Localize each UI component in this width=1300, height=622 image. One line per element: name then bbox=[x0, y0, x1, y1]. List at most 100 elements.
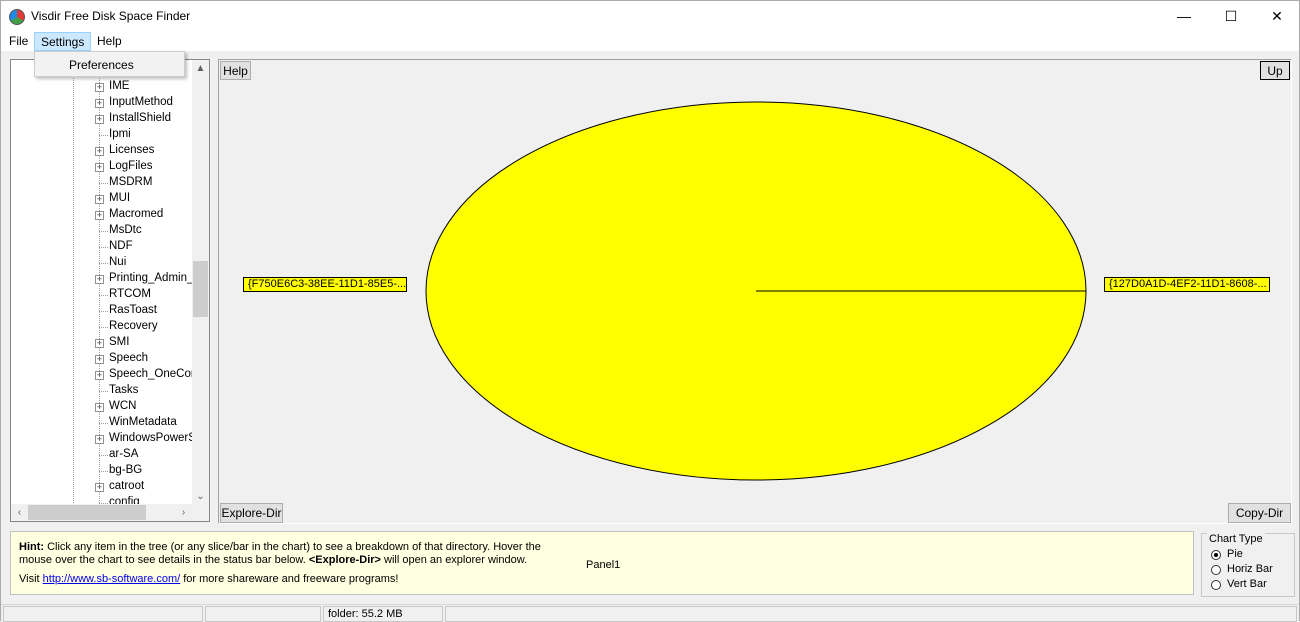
slice-label-left[interactable]: {F750E6C3-38EE-11D1-85E5-... bbox=[243, 277, 407, 292]
expand-icon[interactable]: + bbox=[95, 355, 104, 364]
minimize-button[interactable]: — bbox=[1161, 1, 1207, 31]
hint-text-2b: will open an explorer window. bbox=[380, 554, 528, 566]
radio-pie[interactable] bbox=[1211, 550, 1221, 560]
tree-connector bbox=[99, 455, 108, 456]
radio-vert-bar-label[interactable]: Vert Bar bbox=[1227, 578, 1267, 590]
tree-item-label[interactable]: Licenses bbox=[109, 144, 154, 156]
tree-item-label[interactable]: Recovery bbox=[109, 320, 158, 332]
expand-icon[interactable]: + bbox=[95, 275, 104, 284]
expand-icon[interactable]: + bbox=[95, 163, 104, 172]
tree-horizontal-scrollbar[interactable]: ‹ › bbox=[11, 504, 209, 521]
expand-icon[interactable]: + bbox=[95, 403, 104, 412]
radio-pie-label[interactable]: Pie bbox=[1227, 548, 1243, 560]
tree-item-label[interactable]: catroot bbox=[109, 480, 144, 492]
tree-connector bbox=[99, 183, 108, 184]
tree-item-label[interactable]: LogFiles bbox=[109, 160, 152, 172]
expand-icon[interactable]: + bbox=[95, 115, 104, 124]
tree-vertical-scrollbar[interactable]: ▲ ⌄ bbox=[192, 60, 209, 505]
tree-item-label[interactable]: RasToast bbox=[109, 304, 157, 316]
tree-item-label[interactable]: IME bbox=[109, 80, 129, 92]
tree-item-label[interactable]: SMI bbox=[109, 336, 129, 348]
hint-line-3: Visit http://www.sb-software.com/ for mo… bbox=[19, 573, 398, 585]
expand-icon[interactable]: + bbox=[95, 147, 104, 156]
tree-connector bbox=[99, 327, 108, 328]
hint-text-2a: mouse over the chart to see details in t… bbox=[19, 554, 309, 566]
hint-label: Hint: bbox=[19, 541, 45, 553]
tree-item-label[interactable]: Speech_OneCore bbox=[109, 368, 201, 380]
tree-connector bbox=[99, 391, 108, 392]
tree-item-label[interactable]: MSDRM bbox=[109, 176, 152, 188]
tree-guide-line bbox=[99, 60, 100, 521]
tree-item-label[interactable]: Macromed bbox=[109, 208, 163, 220]
scroll-down-icon[interactable]: ⌄ bbox=[192, 488, 209, 505]
tree-item-label[interactable]: ar-SA bbox=[109, 448, 138, 460]
tree-item-label[interactable]: WindowsPowerSl bbox=[109, 432, 198, 444]
menu-file[interactable]: File bbox=[3, 32, 34, 51]
expand-icon[interactable]: + bbox=[95, 83, 104, 92]
chart-type-title: Chart Type bbox=[1207, 533, 1265, 545]
hint-explore-label: <Explore-Dir> bbox=[308, 554, 381, 566]
expand-icon[interactable]: + bbox=[95, 99, 104, 108]
tree-item-label[interactable]: WCN bbox=[109, 400, 136, 412]
menu-settings[interactable]: Settings bbox=[34, 32, 92, 51]
tree-item-label[interactable]: NDF bbox=[109, 240, 133, 252]
tree-item-label[interactable]: Nui bbox=[109, 256, 126, 268]
tree-item-label[interactable]: WinMetadata bbox=[109, 416, 177, 428]
expand-icon[interactable]: + bbox=[95, 211, 104, 220]
tree-item-label[interactable]: RTCOM bbox=[109, 288, 151, 300]
chart-panel: Help Up {F750E6C3-38EE-11D1-85E5-... {12… bbox=[218, 59, 1292, 524]
radio-horiz-bar[interactable] bbox=[1211, 565, 1221, 575]
status-panel-2 bbox=[205, 606, 321, 622]
explore-dir-button[interactable]: Explore-Dir bbox=[220, 503, 283, 523]
tree-connector bbox=[99, 247, 108, 248]
status-bar: folder: 55.2 MB bbox=[1, 604, 1299, 622]
scroll-thumb[interactable] bbox=[28, 505, 146, 520]
close-button[interactable]: ✕ bbox=[1254, 1, 1300, 31]
expand-icon[interactable]: + bbox=[95, 371, 104, 380]
expand-icon[interactable]: + bbox=[95, 435, 104, 444]
hint-line-2: mouse over the chart to see details in t… bbox=[19, 554, 527, 566]
status-panel-4 bbox=[445, 606, 1297, 622]
tree-item-label[interactable]: InputMethod bbox=[109, 96, 173, 108]
radio-horiz-bar-label[interactable]: Horiz Bar bbox=[1227, 563, 1273, 575]
expand-icon[interactable]: + bbox=[95, 483, 104, 492]
scroll-right-icon[interactable]: › bbox=[175, 504, 192, 521]
title-bar[interactable]: Visdir Free Disk Space Finder — ☐ ✕ bbox=[1, 1, 1299, 31]
tree-item-label[interactable]: Tasks bbox=[109, 384, 138, 396]
window-title: Visdir Free Disk Space Finder bbox=[31, 9, 191, 23]
maximize-button[interactable]: ☐ bbox=[1208, 1, 1254, 31]
hint-text-3b: for more shareware and freeware programs… bbox=[180, 573, 399, 585]
tree-item-label[interactable]: MUI bbox=[109, 192, 130, 204]
tree-connector bbox=[99, 135, 108, 136]
tree-guide-line bbox=[73, 60, 74, 521]
expand-icon[interactable]: + bbox=[95, 339, 104, 348]
radio-vert-bar[interactable] bbox=[1211, 580, 1221, 590]
menu-help[interactable]: Help bbox=[91, 32, 128, 51]
pie-chart[interactable] bbox=[219, 60, 1293, 525]
folder-tree[interactable]: rs ⌃ +IME+InputMethod+InstallShieldIpmi+… bbox=[10, 59, 210, 522]
tree-item-label[interactable]: InstallShield bbox=[109, 112, 171, 124]
tree-item-label[interactable]: bg-BG bbox=[109, 464, 142, 476]
settings-dropdown: Preferences bbox=[34, 51, 185, 77]
slice-label-right[interactable]: {127D0A1D-4EF2-11D1-8608-... bbox=[1104, 277, 1270, 292]
website-link[interactable]: http://www.sb-software.com/ bbox=[43, 573, 181, 585]
app-window: Visdir Free Disk Space Finder — ☐ ✕ File… bbox=[0, 0, 1300, 622]
hint-text-3a: Visit bbox=[19, 573, 43, 585]
status-folder-size: folder: 55.2 MB bbox=[323, 606, 443, 622]
scroll-left-icon[interactable]: ‹ bbox=[11, 504, 28, 521]
tree-item-label[interactable]: Printing_Admin_S bbox=[109, 272, 201, 284]
scroll-thumb[interactable] bbox=[193, 261, 208, 317]
menu-item-preferences[interactable]: Preferences bbox=[69, 58, 134, 72]
expand-icon[interactable]: + bbox=[95, 195, 104, 204]
hint-line-1: Hint: Click any item in the tree (or any… bbox=[19, 541, 541, 553]
scroll-up-icon[interactable]: ▲ bbox=[192, 60, 209, 77]
panel1-label: Panel1 bbox=[586, 559, 621, 571]
copy-dir-button[interactable]: Copy-Dir bbox=[1228, 503, 1291, 523]
tree-item-label[interactable]: MsDtc bbox=[109, 224, 142, 236]
tree-item-label[interactable]: Speech bbox=[109, 352, 148, 364]
tree-connector bbox=[99, 471, 108, 472]
status-panel-1 bbox=[3, 606, 203, 622]
tree-connector bbox=[99, 311, 108, 312]
tree-connector bbox=[99, 263, 108, 264]
tree-item-label[interactable]: Ipmi bbox=[109, 128, 131, 140]
